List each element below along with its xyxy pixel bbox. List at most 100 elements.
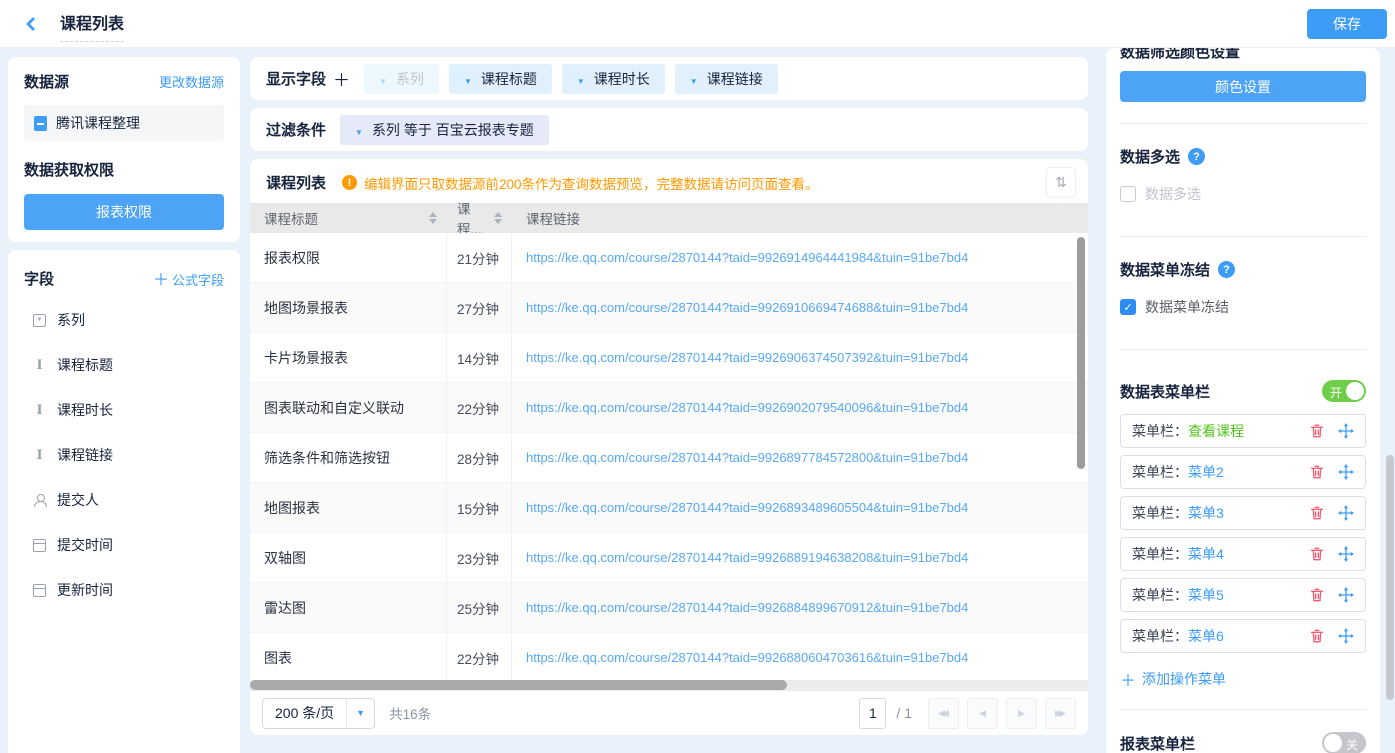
menu-bar-item[interactable]: 菜单栏：菜单3	[1120, 496, 1366, 530]
top-bar: 课程列表 保存	[0, 0, 1395, 48]
field-item[interactable]: 系列	[24, 305, 224, 335]
course-link[interactable]: https://ke.qq.com/course/2870144?taid=99…	[526, 500, 968, 515]
cell-course-title: 双轴图	[250, 533, 447, 582]
table-row[interactable]: 地图场景报表 27分钟 https://ke.qq.com/course/287…	[250, 283, 1088, 333]
table-menu-toggle[interactable]: 开	[1322, 380, 1366, 402]
display-field-chips: 系列 课程标题 课程时长 课程链接	[364, 64, 778, 94]
next-page-button[interactable]: ▶	[1006, 698, 1037, 729]
move-icon[interactable]	[1338, 505, 1354, 521]
cell-course-duration: 22分钟	[447, 633, 512, 682]
table-row[interactable]: 卡片场景报表 14分钟 https://ke.qq.com/course/287…	[250, 333, 1088, 383]
course-link[interactable]: https://ke.qq.com/course/2870144?taid=99…	[526, 350, 968, 365]
add-formula-field-link[interactable]: ＋公式字段	[153, 266, 224, 290]
menu-bar-item[interactable]: 菜单栏：菜单5	[1120, 578, 1366, 612]
field-item[interactable]: 课程标题	[24, 350, 224, 380]
menu-freeze-checkbox[interactable]: 数据菜单冻结	[1120, 297, 1366, 317]
table-horizontal-scrollbar-thumb[interactable]	[250, 680, 787, 690]
menu-bar-item[interactable]: 菜单栏：菜单4	[1120, 537, 1366, 571]
multi-select-title: 数据多选	[1120, 146, 1180, 167]
report-menu-toggle[interactable]: 关	[1322, 732, 1366, 753]
move-icon[interactable]	[1338, 464, 1354, 480]
sort-arrows-icon[interactable]	[429, 212, 437, 224]
menu-bar-item[interactable]: 菜单栏：查看课程	[1120, 414, 1366, 448]
cell-course-title: 图表联动和自定义联动	[250, 383, 447, 432]
move-icon[interactable]	[1338, 587, 1354, 603]
course-link[interactable]: https://ke.qq.com/course/2870144?taid=99…	[526, 600, 968, 615]
field-item[interactable]: 课程时长	[24, 395, 224, 425]
first-page-button[interactable]: ◀◀	[928, 698, 959, 729]
save-button[interactable]: 保存	[1307, 9, 1387, 39]
course-link[interactable]: https://ke.qq.com/course/2870144?taid=99…	[526, 250, 968, 265]
course-link[interactable]: https://ke.qq.com/course/2870144?taid=99…	[526, 550, 968, 565]
menu-bar-item[interactable]: 菜单栏：菜单2	[1120, 455, 1366, 489]
delete-icon[interactable]	[1309, 546, 1325, 562]
menu-item-name: 菜单4	[1188, 546, 1224, 562]
chip-label: 课程时长	[594, 69, 650, 89]
table-vertical-scrollbar[interactable]	[1077, 237, 1085, 469]
move-icon[interactable]	[1338, 546, 1354, 562]
column-header[interactable]: 课程标题	[250, 203, 447, 233]
delete-icon[interactable]	[1309, 628, 1325, 644]
menu-bar-item[interactable]: 菜单栏：菜单6	[1120, 619, 1366, 653]
table-rows: 报表权限 21分钟 https://ke.qq.com/course/28701…	[250, 233, 1088, 683]
field-item[interactable]: 课程链接	[24, 440, 224, 470]
course-link[interactable]: https://ke.qq.com/course/2870144?taid=99…	[526, 300, 968, 315]
chip-label: 系列	[396, 69, 424, 89]
table-row[interactable]: 筛选条件和筛选按钮 28分钟 https://ke.qq.com/course/…	[250, 433, 1088, 483]
sort-order-button[interactable]	[1046, 167, 1076, 197]
table-row[interactable]: 雷达图 25分钟 https://ke.qq.com/course/287014…	[250, 583, 1088, 633]
datasource-item[interactable]: 腾讯课程整理	[24, 105, 224, 141]
filter-condition-chip[interactable]: 系列 等于 百宝云报表专题	[340, 115, 549, 145]
table-horizontal-scrollbar-track[interactable]	[250, 680, 1088, 690]
multi-select-checkbox[interactable]: 数据多选	[1120, 184, 1366, 204]
delete-icon[interactable]	[1309, 464, 1325, 480]
field-type-icon	[33, 584, 46, 597]
add-display-field-icon[interactable]: ＋	[333, 66, 350, 91]
display-field-chip[interactable]: 系列	[364, 64, 439, 94]
change-datasource-link[interactable]: 更改数据源	[159, 72, 224, 91]
delete-icon[interactable]	[1309, 587, 1325, 603]
report-permission-button[interactable]: 报表权限	[24, 194, 224, 230]
cell-course-title: 卡片场景报表	[250, 333, 447, 382]
field-item[interactable]: 提交时间	[24, 530, 224, 560]
page-number-input[interactable]: 1	[859, 698, 886, 729]
document-icon	[34, 116, 47, 131]
page-scrollbar[interactable]	[1386, 455, 1394, 700]
color-settings-button[interactable]: 颜色设置	[1120, 71, 1366, 102]
page-size-select[interactable]: 200 条/页	[262, 698, 375, 729]
divider	[1120, 123, 1366, 124]
sort-arrows-icon[interactable]	[494, 212, 502, 224]
course-link[interactable]: https://ke.qq.com/course/2870144?taid=99…	[526, 450, 968, 465]
course-link[interactable]: https://ke.qq.com/course/2870144?taid=99…	[526, 400, 968, 415]
back-button[interactable]	[20, 11, 46, 37]
help-icon[interactable]: ?	[1218, 261, 1235, 278]
course-table-card: 课程列表 ! 编辑界面只取数据源前200条作为查询数据预览，完整数据请访问页面查…	[250, 159, 1088, 735]
cell-course-duration: 22分钟	[447, 383, 512, 432]
display-field-chip[interactable]: 课程标题	[449, 64, 552, 94]
display-field-chip[interactable]: 课程时长	[562, 64, 665, 94]
menu-item-name: 菜单6	[1188, 628, 1224, 644]
table-row[interactable]: 图表联动和自定义联动 22分钟 https://ke.qq.com/course…	[250, 383, 1088, 433]
column-header[interactable]: 课程链接	[512, 203, 1088, 233]
add-action-menu-link[interactable]: ＋ 添加操作菜单	[1120, 667, 1366, 691]
table-row[interactable]: 双轴图 23分钟 https://ke.qq.com/course/287014…	[250, 533, 1088, 583]
cell-course-duration: 25分钟	[447, 583, 512, 632]
table-row[interactable]: 图表 22分钟 https://ke.qq.com/course/2870144…	[250, 633, 1088, 683]
chevron-down-icon	[464, 71, 472, 87]
table-row[interactable]: 地图报表 15分钟 https://ke.qq.com/course/28701…	[250, 483, 1088, 533]
delete-icon[interactable]	[1309, 505, 1325, 521]
table-row[interactable]: 报表权限 21分钟 https://ke.qq.com/course/28701…	[250, 233, 1088, 283]
last-page-button[interactable]: ▶▶	[1045, 698, 1076, 729]
course-link[interactable]: https://ke.qq.com/course/2870144?taid=99…	[526, 650, 968, 665]
prev-page-button[interactable]: ◀	[967, 698, 998, 729]
move-icon[interactable]	[1338, 628, 1354, 644]
help-icon[interactable]: ?	[1188, 148, 1205, 165]
field-item[interactable]: 更新时间	[24, 575, 224, 605]
toggle-knob	[1346, 382, 1364, 400]
move-icon[interactable]	[1338, 423, 1354, 439]
table-body: 报表权限 21分钟 https://ke.qq.com/course/28701…	[250, 233, 1088, 690]
column-header[interactable]: 课程...	[447, 203, 512, 233]
field-item[interactable]: 提交人	[24, 485, 224, 515]
display-field-chip[interactable]: 课程链接	[675, 64, 778, 94]
delete-icon[interactable]	[1309, 423, 1325, 439]
